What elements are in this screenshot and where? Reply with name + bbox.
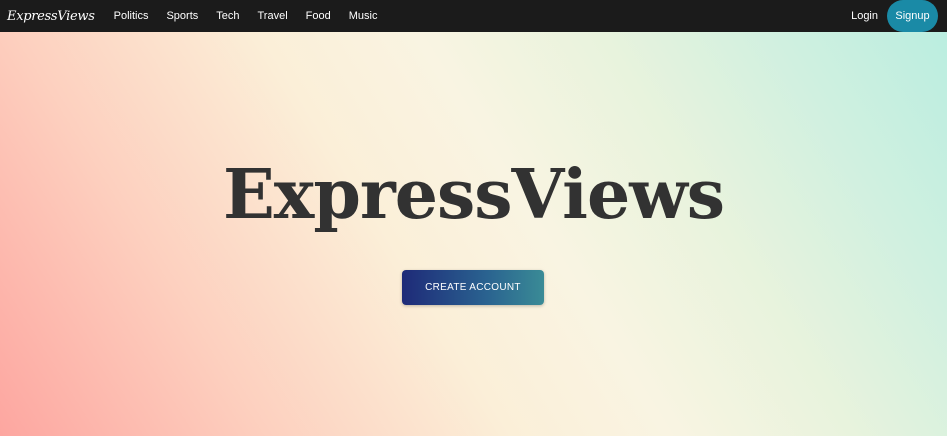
nav-link-travel[interactable]: Travel (258, 10, 288, 22)
nav-auth: Login Signup (851, 0, 938, 32)
nav-links: Politics Sports Tech Travel Food Music (105, 10, 387, 22)
nav-link-food[interactable]: Food (306, 10, 331, 22)
create-account-button[interactable]: CREATE ACCOUNT (402, 270, 544, 305)
nav-link-sports[interactable]: Sports (166, 10, 198, 22)
brand-logo[interactable]: ExpressViews (7, 9, 95, 24)
hero-title: ExpressViews (222, 155, 725, 235)
login-link[interactable]: Login (851, 10, 878, 22)
nav-link-politics[interactable]: Politics (114, 10, 149, 22)
signup-button[interactable]: Signup (887, 0, 938, 32)
nav-link-music[interactable]: Music (349, 10, 378, 22)
top-navbar: ExpressViews Politics Sports Tech Travel… (0, 0, 947, 32)
nav-link-tech[interactable]: Tech (216, 10, 239, 22)
